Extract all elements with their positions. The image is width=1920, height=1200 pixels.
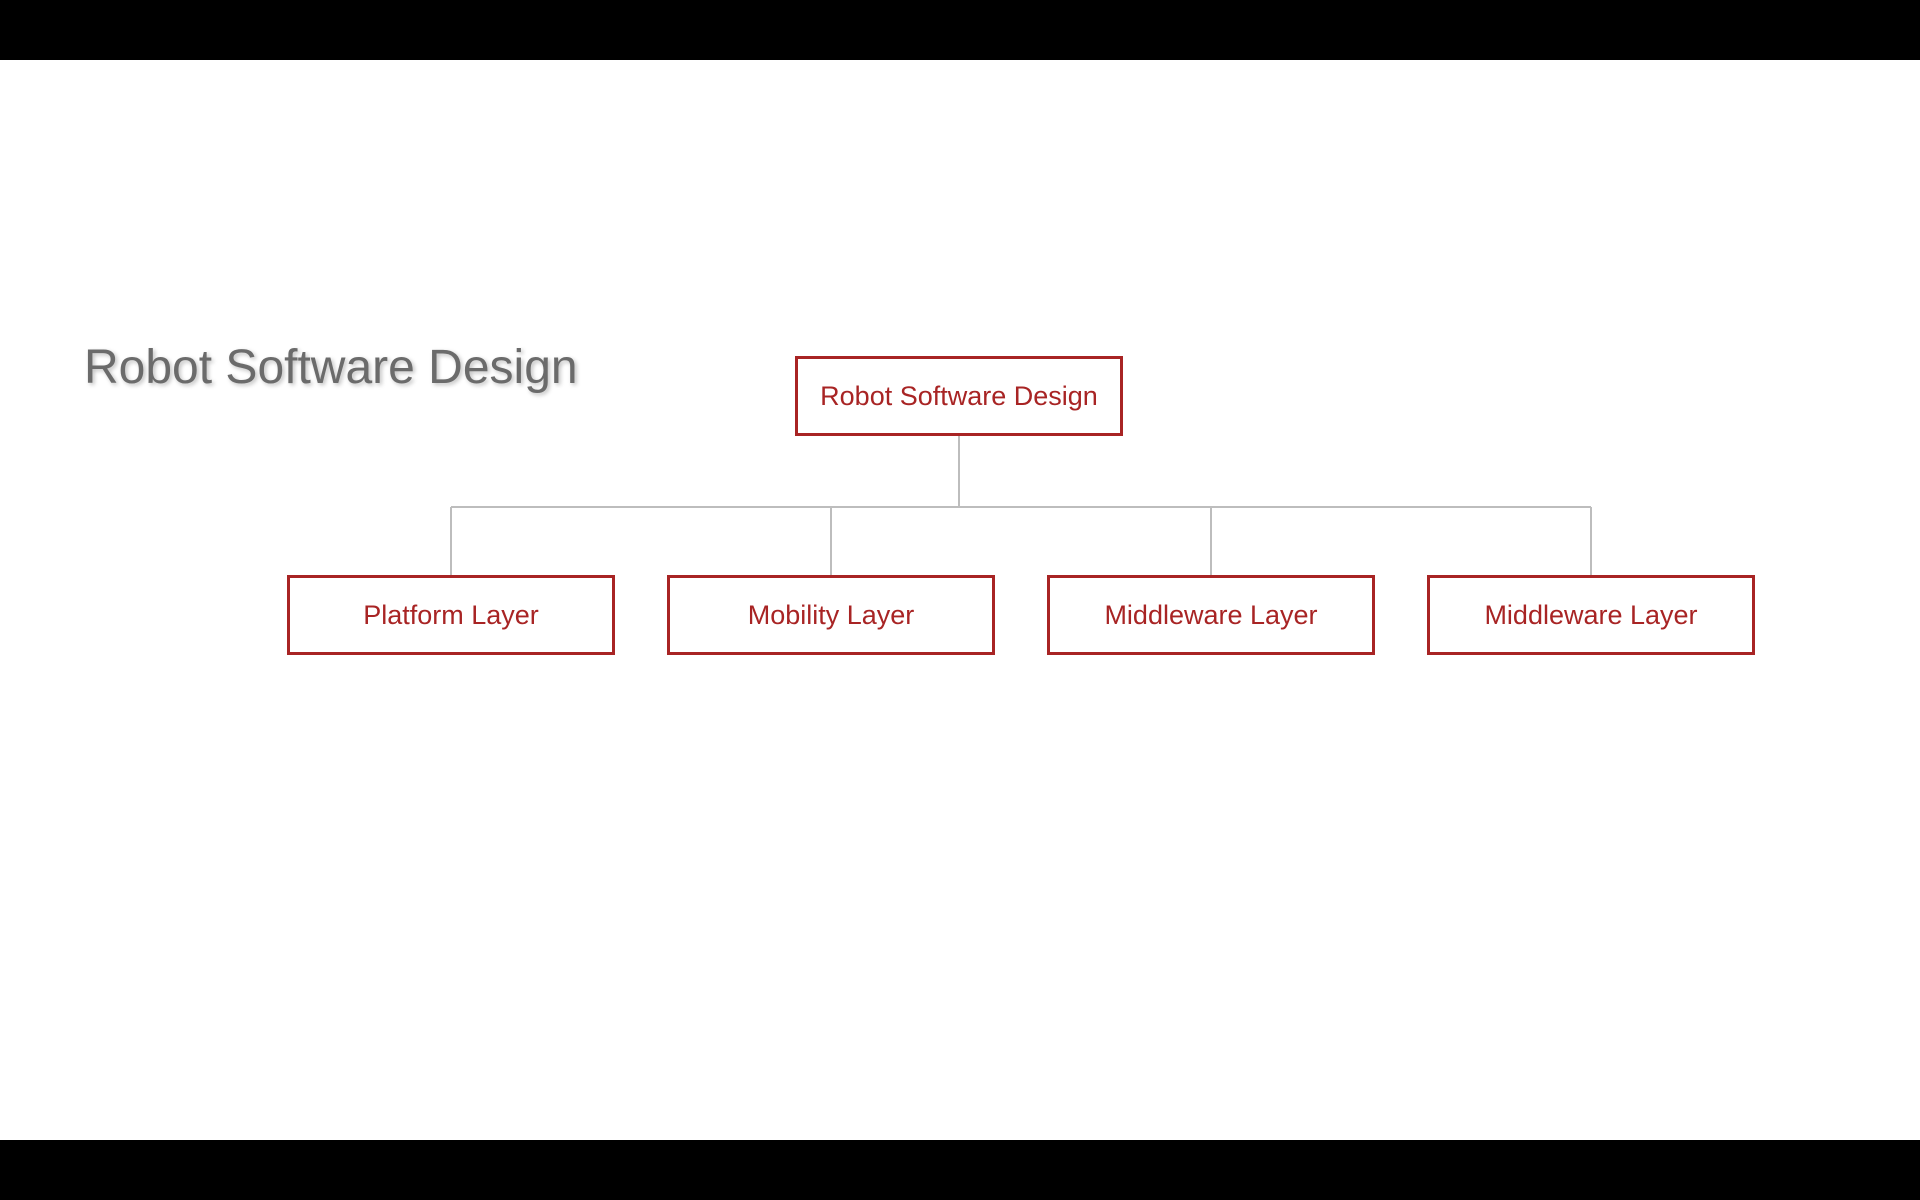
- root-node-label: Robot Software Design: [820, 381, 1098, 412]
- slide-title: Robot Software Design: [84, 340, 578, 395]
- child-node: Platform Layer: [287, 575, 615, 655]
- child-node: Middleware Layer: [1427, 575, 1755, 655]
- child-node: Mobility Layer: [667, 575, 995, 655]
- child-node-label: Middleware Layer: [1104, 600, 1317, 631]
- child-node-label: Mobility Layer: [748, 600, 915, 631]
- child-node: Middleware Layer: [1047, 575, 1375, 655]
- child-node-label: Platform Layer: [363, 600, 539, 631]
- slide-canvas: Robot Software Design Robot Software Des…: [0, 60, 1920, 1140]
- root-node: Robot Software Design: [795, 356, 1123, 436]
- child-node-label: Middleware Layer: [1484, 600, 1697, 631]
